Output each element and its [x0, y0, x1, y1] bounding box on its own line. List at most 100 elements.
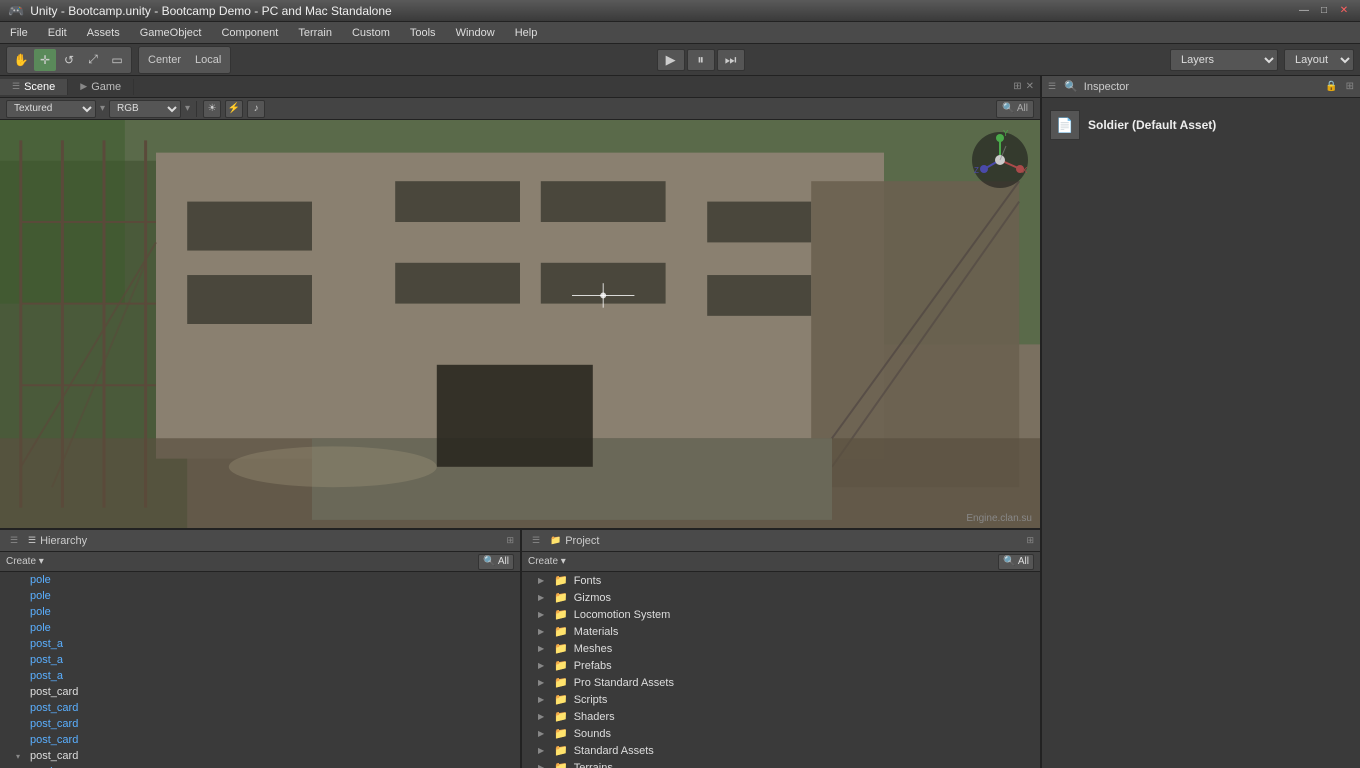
game-tab-icon: ▶: [80, 81, 87, 92]
list-item[interactable]: post_card: [0, 732, 520, 748]
item-label: pole: [30, 606, 51, 618]
hierarchy-maximize-btn[interactable]: ⊞: [506, 535, 514, 546]
render-mode-select[interactable]: Textured Wireframe Textured Wire: [6, 100, 96, 118]
item-label: post_card: [30, 750, 78, 762]
menu-window[interactable]: Window: [446, 25, 505, 41]
project-all-label: All: [1018, 556, 1029, 567]
list-item[interactable]: post_card: [0, 700, 520, 716]
list-item[interactable]: pole: [0, 588, 520, 604]
inspector-menu-icon[interactable]: ☰: [1048, 81, 1056, 92]
folder-icon: 📁: [554, 710, 568, 723]
list-item[interactable]: post_card: [0, 716, 520, 732]
scene-tab-icon: ☰: [12, 81, 20, 92]
move-tool-button[interactable]: ✛: [34, 49, 56, 71]
list-item[interactable]: ▶ 📁 Sounds: [522, 725, 1040, 742]
hand-tool-button[interactable]: ✋: [10, 49, 32, 71]
inspector-lock-icon[interactable]: 🔒: [1325, 81, 1337, 92]
project-icon: 📁: [550, 535, 561, 546]
menu-gameobject[interactable]: GameObject: [130, 25, 212, 41]
list-item[interactable]: ▶ 📁 Shaders: [522, 708, 1040, 725]
center-button[interactable]: Center: [142, 49, 187, 71]
hierarchy-search[interactable]: 🔍 All: [478, 554, 514, 570]
folder-expand-icon: ▶: [538, 593, 548, 602]
list-item[interactable]: ▾ post_card: [0, 748, 520, 764]
folder-label: Fonts: [574, 575, 602, 587]
list-item[interactable]: ▶ 📁 Prefabs: [522, 657, 1040, 674]
transform-tools: ✋ ✛ ↺ ⤢ ▭: [6, 46, 132, 74]
folder-icon: 📁: [554, 761, 568, 768]
folder-label: Scripts: [574, 694, 608, 706]
inspector-title-label: Inspector: [1084, 81, 1129, 93]
list-item[interactable]: pole: [0, 620, 520, 636]
scene-game-tabs: ☰ Scene ▶ Game ⊞ ✕: [0, 76, 1040, 98]
menu-edit[interactable]: Edit: [38, 25, 77, 41]
menu-assets[interactable]: Assets: [77, 25, 130, 41]
menu-tools[interactable]: Tools: [400, 25, 446, 41]
list-item[interactable]: ▶ 📁 Meshes: [522, 640, 1040, 657]
app-icon: 🎮: [8, 3, 24, 19]
list-item[interactable]: post_a: [0, 668, 520, 684]
list-item[interactable]: ▶ 📁 Standard Assets: [522, 742, 1040, 759]
project-create-button[interactable]: Create ▾: [528, 556, 566, 567]
list-item[interactable]: ▶ 📁 Fonts: [522, 572, 1040, 589]
hierarchy-create-button[interactable]: Create ▾: [6, 556, 44, 567]
list-item[interactable]: ▶ 📁 Scripts: [522, 691, 1040, 708]
list-item[interactable]: post_a: [0, 652, 520, 668]
folder-expand-icon: ▶: [538, 729, 548, 738]
list-item[interactable]: pole: [0, 572, 520, 588]
rotate-tool-button[interactable]: ↺: [58, 49, 80, 71]
project-menu-icon[interactable]: ☰: [528, 533, 544, 549]
layers-dropdown[interactable]: Layers Default TransparentFX Ignore Rayc…: [1170, 49, 1278, 71]
asset-name-label: Soldier (Default Asset): [1088, 118, 1216, 132]
local-button[interactable]: Local: [189, 49, 227, 71]
menu-terrain[interactable]: Terrain: [288, 25, 342, 41]
hierarchy-menu-icon[interactable]: ☰: [6, 533, 22, 549]
menu-component[interactable]: Component: [211, 25, 288, 41]
play-button[interactable]: ▶: [657, 49, 685, 71]
title-bar: 🎮 Unity - Bootcamp.unity - Bootcamp Demo…: [0, 0, 1360, 22]
list-item[interactable]: pole: [0, 604, 520, 620]
hierarchy-header: ☰ ☰ Hierarchy ⊞: [0, 530, 520, 552]
scene-all-button[interactable]: 🔍 All: [996, 100, 1034, 118]
list-item[interactable]: post_card: [0, 684, 520, 700]
pause-button[interactable]: ⏸: [687, 49, 715, 71]
scene-maximize-btn[interactable]: ⊞: [1013, 81, 1021, 92]
folder-label: Shaders: [574, 711, 615, 723]
close-button[interactable]: ✕: [1336, 3, 1352, 19]
tab-scene[interactable]: ☰ Scene: [0, 79, 68, 95]
list-item[interactable]: ▶ 📁 Locomotion System: [522, 606, 1040, 623]
menu-custom[interactable]: Custom: [342, 25, 400, 41]
inspector-maximize-btn[interactable]: ⊞: [1346, 81, 1354, 92]
step-button[interactable]: ⏭: [717, 49, 745, 71]
folder-expand-icon: ▶: [538, 576, 548, 585]
maximize-button[interactable]: □: [1316, 3, 1332, 19]
item-label: post_card: [30, 686, 78, 698]
tab-game[interactable]: ▶ Game: [68, 79, 134, 95]
folder-icon: 📁: [554, 591, 568, 604]
scene-viewport[interactable]: Y X Z Engine: [0, 120, 1040, 528]
menu-help[interactable]: Help: [505, 25, 548, 41]
list-item[interactable]: ▶ 📁 Terrains: [522, 759, 1040, 768]
scene-svg: Y X Z: [0, 120, 1040, 528]
menu-file[interactable]: File: [0, 25, 38, 41]
fx-icon-btn[interactable]: ⚡: [225, 100, 243, 118]
scene-close-btn[interactable]: ✕: [1026, 81, 1034, 92]
audio-icon-btn[interactable]: ♪: [247, 100, 265, 118]
item-label: pole: [30, 590, 51, 602]
folder-icon: 📁: [554, 625, 568, 638]
sun-icon-btn[interactable]: ☀: [203, 100, 221, 118]
rect-tool-button[interactable]: ▭: [106, 49, 128, 71]
list-item[interactable]: ▶ 📁 Gizmos: [522, 589, 1040, 606]
project-search[interactable]: 🔍 All: [998, 554, 1034, 570]
list-item[interactable]: post_a: [0, 636, 520, 652]
project-maximize-btn[interactable]: ⊞: [1026, 535, 1034, 546]
play-controls: ▶ ⏸ ⏭: [657, 49, 745, 71]
scale-tool-button[interactable]: ⤢: [82, 49, 104, 71]
scene-background: Y X Z: [0, 120, 1040, 528]
list-item[interactable]: plaque-m: [0, 764, 520, 768]
layout-dropdown[interactable]: Layout Default 2 by 3 4 Split Tall Wide: [1284, 49, 1354, 71]
color-mode-select[interactable]: RGB Alpha Overdraw Mipmaps: [109, 100, 181, 118]
list-item[interactable]: ▶ 📁 Pro Standard Assets: [522, 674, 1040, 691]
list-item[interactable]: ▶ 📁 Materials: [522, 623, 1040, 640]
minimize-button[interactable]: —: [1296, 3, 1312, 19]
